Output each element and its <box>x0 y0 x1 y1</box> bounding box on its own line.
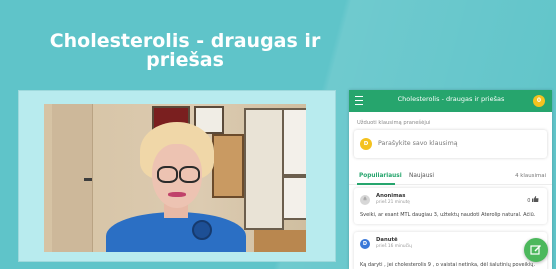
thumbs-up-icon <box>532 196 539 202</box>
question-card[interactable]: D Danutė prieš 16 minučių Ką daryti , je… <box>354 232 547 269</box>
question-author: Danutė <box>376 237 398 243</box>
author-avatar: D <box>360 239 370 249</box>
like-button[interactable]: 0 <box>527 196 539 204</box>
question-author: Anonimas <box>376 193 406 199</box>
video-cork-board <box>212 134 244 198</box>
question-count: 4 klausimai <box>515 173 546 179</box>
question-text: Ką daryti , jei cholesterolis 9 , o vais… <box>360 262 536 268</box>
video-picture-frame <box>282 176 306 220</box>
ask-question-input[interactable]: D Parašykite savo klausimą <box>354 130 547 158</box>
speaker-lips <box>168 192 186 197</box>
speaker-video[interactable] <box>44 104 306 252</box>
edit-icon <box>530 245 541 255</box>
ask-avatar: D <box>360 138 372 150</box>
hamburger-menu-icon[interactable] <box>355 96 363 105</box>
question-time: prieš 16 minučių <box>376 244 412 249</box>
speaker-brooch <box>192 220 212 240</box>
compose-button[interactable] <box>524 238 548 262</box>
video-picture-frame <box>244 108 284 230</box>
panel-header: Cholesterolis - draugas ir priešas 0 <box>349 90 552 112</box>
ask-label: Užduoti klausimą pranešėjui <box>357 120 431 126</box>
ask-placeholder: Parašykite savo klausimą <box>378 140 458 147</box>
speaker-glasses <box>157 166 178 183</box>
tab-active-indicator <box>357 183 395 185</box>
page-title: Cholesterolis - draugas ir priešas <box>49 30 321 71</box>
user-avatar[interactable]: 0 <box>533 95 545 107</box>
panel-header-title: Cholesterolis - draugas ir priešas <box>397 95 505 103</box>
question-card[interactable]: ≗ Anonimas prieš 21 minutę 0 Sveiki, ar … <box>354 188 547 224</box>
anonymous-user-icon: ≗ <box>360 195 370 205</box>
video-door-handle <box>84 178 92 181</box>
speaker-sweater <box>106 212 246 252</box>
video-shelf <box>254 230 306 252</box>
tab-newest[interactable]: Naujausi <box>409 173 434 179</box>
question-time: prieš 21 minutę <box>376 200 410 205</box>
question-tabs: Populiariausi Naujausi 4 klausimai <box>349 170 552 185</box>
like-count: 0 <box>527 198 531 204</box>
speaker-glasses <box>179 166 200 183</box>
tab-popular[interactable]: Populiariausi <box>359 173 402 179</box>
question-text: Sveiki, ar esant MTL daugiau 3, užtektų … <box>360 212 536 218</box>
qa-panel: Cholesterolis - draugas ir priešas 0 Užd… <box>349 90 552 269</box>
video-picture-frame <box>282 108 306 176</box>
